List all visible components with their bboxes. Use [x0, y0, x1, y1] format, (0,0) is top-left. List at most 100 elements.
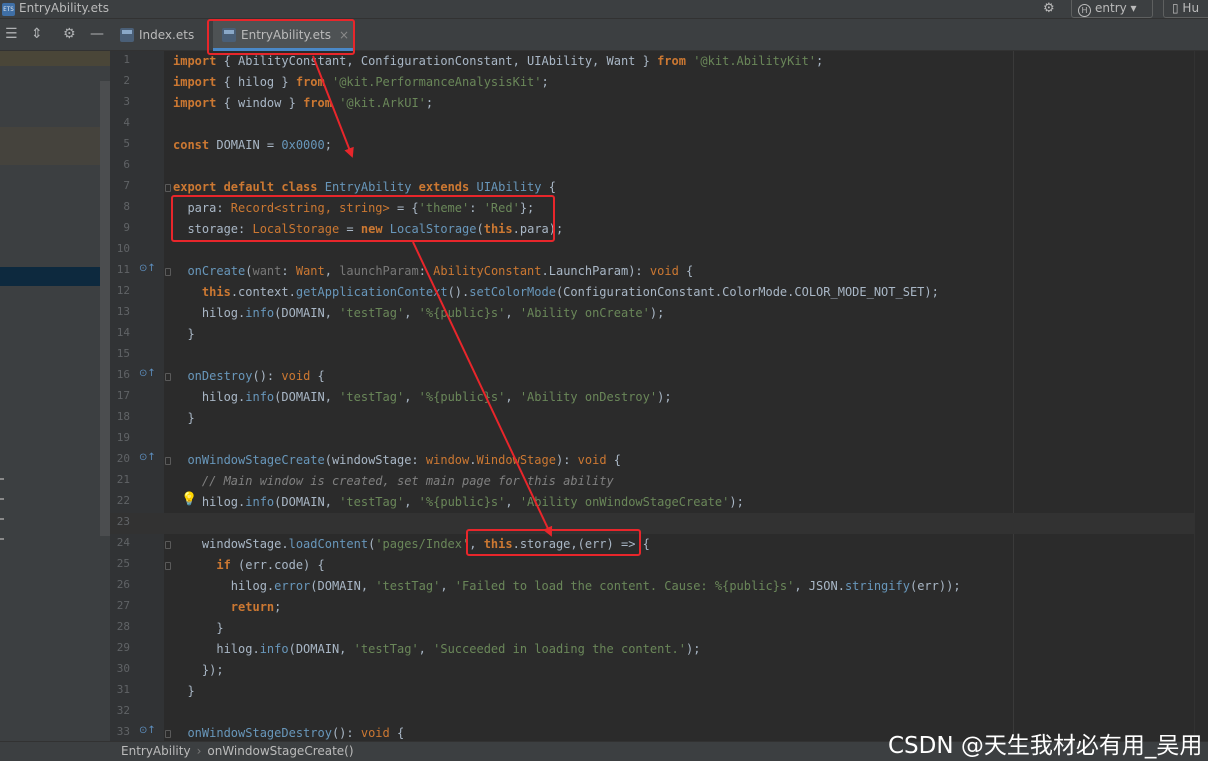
- project-tree-row[interactable]: [0, 51, 110, 66]
- code-line[interactable]: 26 hilog.error(DOMAIN, 'testTag', 'Faile…: [110, 576, 1208, 597]
- breadcrumb-method[interactable]: onWindowStageCreate(): [207, 744, 353, 758]
- override-method-icon[interactable]: ⊙↑: [139, 368, 156, 379]
- code-line[interactable]: 14 }: [110, 324, 1208, 345]
- code-line[interactable]: 29 hilog.info(DOMAIN, 'testTag', 'Succee…: [110, 639, 1208, 660]
- code-line[interactable]: 17 hilog.info(DOMAIN, 'testTag', '%{publ…: [110, 387, 1208, 408]
- annotation-box-fields: [171, 195, 555, 242]
- code-line[interactable]: 4: [110, 114, 1208, 135]
- code-text: onWindowStageCreate(windowStage: window.…: [173, 451, 621, 469]
- line-number: 3: [123, 95, 130, 108]
- line-number: 11: [116, 263, 130, 276]
- code-token: onDestroy: [187, 369, 253, 383]
- code-line[interactable]: 3 import { window } from '@kit.ArkUI';: [110, 93, 1208, 114]
- line-number: 5: [123, 137, 130, 150]
- code-line[interactable]: 18 }: [110, 408, 1208, 429]
- run-config-dropdown[interactable]: Hentry ▾: [1071, 0, 1153, 18]
- code-text: hilog.info(DOMAIN, 'testTag', '%{public}…: [173, 493, 744, 511]
- code-token: 'testTag': [375, 579, 441, 593]
- code-token: info: [259, 642, 289, 656]
- code-line[interactable]: 15: [110, 345, 1208, 366]
- project-tree-row[interactable]: [0, 127, 110, 165]
- project-scrollbar[interactable]: [100, 81, 110, 536]
- code-line[interactable]: 23: [110, 513, 1208, 534]
- line-number: 30: [116, 662, 130, 675]
- gear-icon[interactable]: ⚙: [1043, 1, 1055, 16]
- line-number: 32: [116, 704, 130, 717]
- code-line[interactable]: 13 hilog.info(DOMAIN, 'testTag', '%{publ…: [110, 303, 1208, 324]
- expand-all-icon[interactable]: ⇕: [31, 26, 43, 42]
- code-line[interactable]: 21 // Main window is created, set main p…: [110, 471, 1208, 492]
- code-line[interactable]: 16 ⊙↑ onDestroy(): void {: [110, 366, 1208, 387]
- code-token: hilog.: [173, 495, 246, 509]
- code-editor[interactable]: 1 import { AbilityConstant, Configuration…: [110, 51, 1208, 741]
- code-line[interactable]: 11 ⊙↑ onCreate(want: Want, launchParam: A…: [110, 261, 1208, 282]
- code-line[interactable]: 19: [110, 429, 1208, 450]
- code-token: :: [281, 264, 296, 278]
- line-number: 15: [116, 347, 130, 360]
- minus-icon[interactable]: —: [90, 26, 104, 42]
- code-text: }: [173, 619, 223, 637]
- line-number: 18: [116, 410, 130, 423]
- code-token: '%{public}s': [418, 306, 506, 320]
- code-token: hilog.: [173, 306, 246, 320]
- code-token: void: [577, 453, 607, 467]
- code-line[interactable]: 32: [110, 702, 1208, 723]
- code-token: launchParam: [339, 264, 419, 278]
- code-token: { window }: [216, 96, 304, 110]
- code-token: onCreate: [187, 264, 246, 278]
- fold-marker[interactable]: [165, 184, 171, 192]
- code-token: ;: [274, 600, 282, 614]
- code-line[interactable]: 22 💡 hilog.info(DOMAIN, 'testTag', '%{pub…: [110, 492, 1208, 513]
- code-token: ,: [404, 390, 419, 404]
- fold-marker[interactable]: [165, 268, 171, 276]
- breadcrumb-class[interactable]: EntryAbility: [121, 744, 191, 758]
- line-number: 22: [116, 494, 130, 507]
- code-token: ,: [418, 642, 434, 656]
- code-line[interactable]: 5 const DOMAIN = 0x0000;: [110, 135, 1208, 156]
- fold-marker[interactable]: [165, 730, 171, 738]
- code-line[interactable]: 28 }: [110, 618, 1208, 639]
- code-token: 'Ability onCreate': [519, 306, 650, 320]
- annotation-box-storage: [466, 529, 641, 556]
- tab-index-ets[interactable]: Index.ets: [111, 19, 209, 51]
- code-line[interactable]: 31 }: [110, 681, 1208, 702]
- code-text: }: [173, 682, 194, 700]
- code-token: // Main window is created, set main page…: [173, 474, 614, 488]
- fold-marker[interactable]: [165, 457, 171, 465]
- collapse-all-icon[interactable]: ☰: [5, 26, 18, 42]
- code-line[interactable]: 27 return;: [110, 597, 1208, 618]
- code-token: (DOMAIN,: [274, 495, 340, 509]
- code-line[interactable]: 30 });: [110, 660, 1208, 681]
- gear-icon[interactable]: ⚙: [63, 26, 76, 42]
- code-token: onWindowStageCreate: [187, 453, 325, 467]
- fold-marker[interactable]: [165, 373, 171, 381]
- code-token: ():: [252, 369, 282, 383]
- override-method-icon[interactable]: ⊙↑: [139, 452, 156, 463]
- code-text: const DOMAIN = 0x0000;: [173, 136, 332, 154]
- code-token: ;: [541, 75, 549, 89]
- device-selector[interactable]: ▯ Hu: [1163, 0, 1208, 18]
- code-line[interactable]: 24 windowStage.loadContent('pages/Index'…: [110, 534, 1208, 555]
- code-line[interactable]: 6: [110, 156, 1208, 177]
- code-line[interactable]: 2 import { hilog } from '@kit.Performance…: [110, 72, 1208, 93]
- code-token: (DOMAIN,: [288, 642, 354, 656]
- line-number: 33: [116, 725, 130, 738]
- code-token: { AbilityConstant, ConfigurationConstant…: [216, 54, 658, 68]
- code-line[interactable]: 20 ⊙↑ onWindowStageCreate(windowStage: wi…: [110, 450, 1208, 471]
- override-method-icon[interactable]: ⊙↑: [139, 725, 156, 736]
- code-text: onDestroy(): void {: [173, 367, 324, 385]
- code-line[interactable]: 25 if (err.code) {: [110, 555, 1208, 576]
- code-token: const: [173, 138, 210, 152]
- code-line[interactable]: 12 this.context.getApplicationContext().…: [110, 282, 1208, 303]
- code-token: void: [281, 369, 311, 383]
- override-method-icon[interactable]: ⊙↑: [139, 263, 156, 274]
- code-line[interactable]: 10: [110, 240, 1208, 261]
- project-tree-row-selected[interactable]: [0, 267, 110, 286]
- fold-marker[interactable]: [165, 541, 171, 549]
- code-text: onCreate(want: Want, launchParam: Abilit…: [173, 262, 693, 280]
- fold-marker[interactable]: [165, 562, 171, 570]
- editor-scrollbar[interactable]: [1194, 51, 1208, 741]
